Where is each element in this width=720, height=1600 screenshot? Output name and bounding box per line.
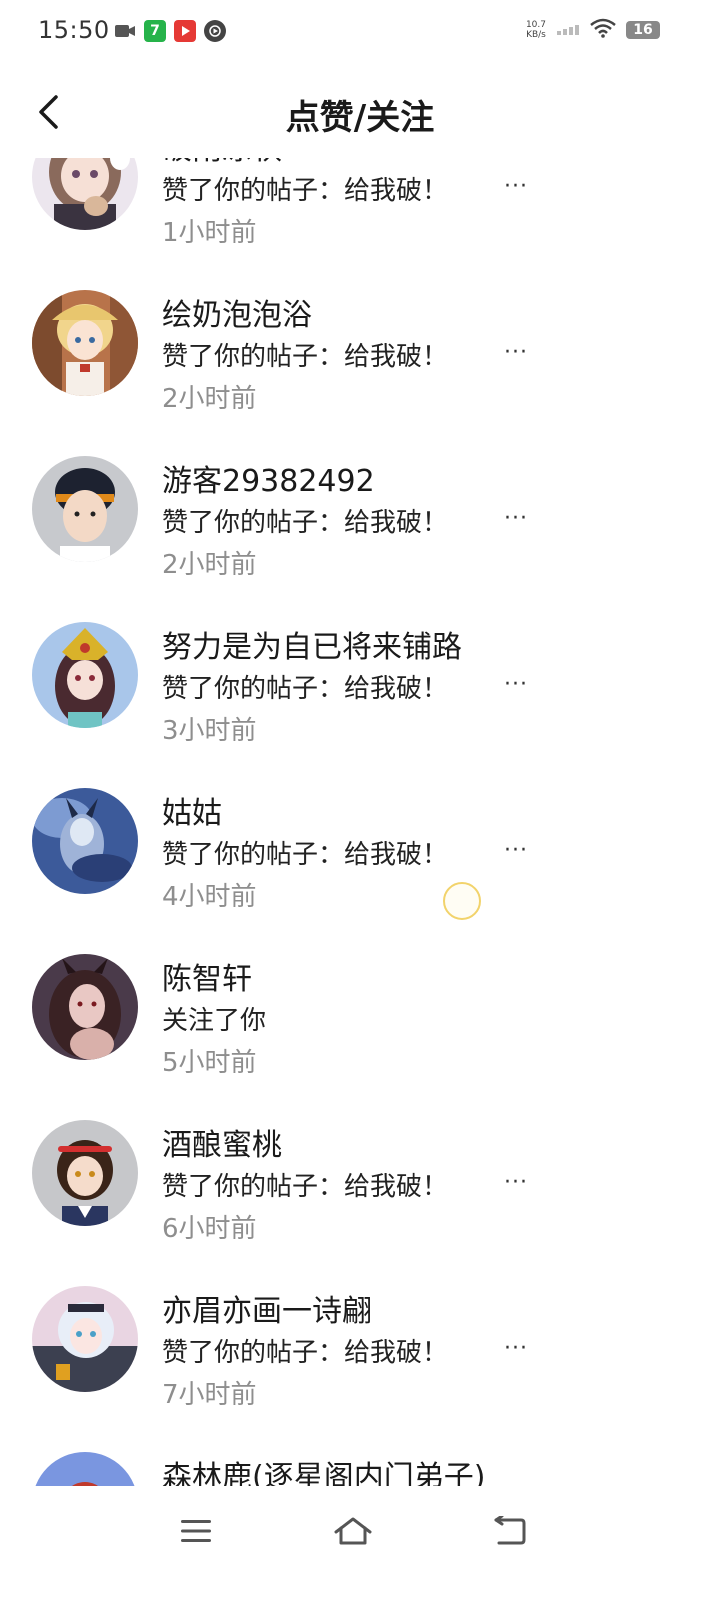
action-text: 赞了你的帖子：给我破！ — [162, 342, 449, 372]
back-icon — [493, 1514, 527, 1550]
list-item[interactable]: 亦眉亦画一诗翩 赞了你的帖子：给我破！ 7小时前 ··· — [0, 1286, 720, 1452]
time-text: 5小时前 — [162, 1048, 257, 1078]
user-name[interactable]: 酒酿蜜桃 — [162, 1120, 282, 1164]
avatar[interactable] — [32, 788, 138, 894]
avatar[interactable] — [32, 1452, 138, 1486]
avatar[interactable] — [32, 622, 138, 728]
action-text: 赞了你的帖子：给我破！ — [162, 176, 449, 206]
user-name[interactable]: 努力是为自已将来铺路 — [162, 622, 462, 666]
avatar[interactable] — [32, 456, 138, 562]
status-time: 15:50 — [38, 16, 110, 44]
action-text: 赞了你的帖子：给我破！ — [162, 840, 449, 870]
list-item[interactable]: 酒酿蜜桃 赞了你的帖子：给我破！ 6小时前 ··· — [0, 1120, 720, 1286]
avatar[interactable] — [32, 158, 138, 230]
red-app-icon — [174, 20, 196, 42]
status-bar: 15:50 7 10.7 KB/s 16 — [0, 0, 720, 64]
user-name[interactable]: 森林鹿(逐星阁内门弟子) — [162, 1452, 485, 1486]
status-right: 10.7 KB/s 16 — [526, 18, 660, 42]
more-button[interactable]: ··· — [494, 666, 538, 702]
more-button[interactable]: ··· — [494, 1164, 538, 1200]
list-item[interactable]: 姑姑 赞了你的帖子：给我破！ 4小时前 ··· — [0, 788, 720, 954]
time-text: 2小时前 — [162, 550, 257, 580]
time-text: 3小时前 — [162, 716, 257, 746]
back-nav-button[interactable] — [480, 1508, 540, 1558]
record-icon — [204, 20, 226, 42]
time-text: 2小时前 — [162, 384, 257, 414]
home-icon — [334, 1516, 372, 1550]
avatar[interactable] — [32, 1286, 138, 1392]
action-text: 关注了你 — [162, 1006, 267, 1036]
list-item[interactable]: 陈智轩 关注了你 5小时前 — [0, 954, 720, 1120]
status-icons-left: 7 — [114, 20, 226, 42]
time-text: 7小时前 — [162, 1380, 257, 1410]
list-item[interactable]: 森林鹿(逐星阁内门弟子) — [0, 1452, 720, 1486]
page-title: 点赞/关注 — [285, 98, 435, 138]
list-scroll: 破雨凉秋 赞了你的帖子：给我破！ 1小时前 ··· — [0, 158, 720, 1486]
more-button[interactable]: ··· — [494, 500, 538, 536]
user-name[interactable]: 游客29382492 — [162, 456, 375, 500]
battery-icon: 16 — [626, 21, 660, 39]
time-text: 4小时前 — [162, 882, 257, 912]
green-app-icon: 7 — [144, 20, 166, 42]
more-button[interactable]: ··· — [494, 334, 538, 370]
action-text: 赞了你的帖子：给我破！ — [162, 674, 449, 704]
menu-icon — [180, 1518, 212, 1548]
notification-list[interactable]: 破雨凉秋 赞了你的帖子：给我破！ 1小时前 ··· — [0, 158, 720, 1486]
video-camera-icon — [114, 20, 136, 42]
user-name[interactable]: 姑姑 — [162, 788, 222, 832]
navigation-bar — [0, 1486, 720, 1600]
action-text: 赞了你的帖子：给我破！ — [162, 1338, 449, 1368]
net-speed-value: 10.7 — [525, 20, 546, 30]
avatar[interactable] — [32, 954, 138, 1060]
more-button[interactable]: ··· — [494, 832, 538, 868]
menu-button[interactable] — [166, 1508, 226, 1558]
avatar[interactable] — [32, 1120, 138, 1226]
header: 点赞/关注 — [0, 76, 720, 152]
home-button[interactable] — [323, 1508, 383, 1558]
more-button[interactable]: ··· — [494, 168, 538, 204]
screen: 15:50 7 10.7 KB/s 16 点赞/关注 赞了你的帖子：给我破！ 1… — [0, 0, 720, 1600]
action-text: 赞了你的帖子：给我破！ — [162, 1172, 449, 1202]
user-name[interactable]: 破雨凉秋 — [162, 158, 282, 168]
list-item[interactable]: 破雨凉秋 赞了你的帖子：给我破！ 1小时前 ··· — [0, 158, 720, 290]
user-name[interactable]: 陈智轩 — [162, 954, 252, 998]
net-speed: 10.7 KB/s — [526, 20, 546, 40]
avatar[interactable] — [32, 290, 138, 396]
touch-indicator — [443, 882, 481, 920]
user-name[interactable]: 亦眉亦画一诗翩 — [162, 1286, 372, 1330]
time-text: 1小时前 — [162, 218, 257, 248]
list-item[interactable]: 游客29382492 赞了你的帖子：给我破！ 2小时前 ··· — [0, 456, 720, 622]
signal-icon — [556, 20, 580, 40]
time-text: 6小时前 — [162, 1214, 257, 1244]
wifi-icon — [590, 18, 616, 42]
more-button[interactable]: ··· — [494, 1330, 538, 1366]
net-speed-unit: KB/s — [526, 30, 546, 40]
list-item[interactable]: 绘奶泡泡浴 赞了你的帖子：给我破！ 2小时前 ··· — [0, 290, 720, 456]
action-text: 赞了你的帖子：给我破！ — [162, 508, 449, 538]
user-name[interactable]: 绘奶泡泡浴 — [162, 290, 312, 334]
list-item[interactable]: 努力是为自已将来铺路 赞了你的帖子：给我破！ 3小时前 ··· — [0, 622, 720, 788]
